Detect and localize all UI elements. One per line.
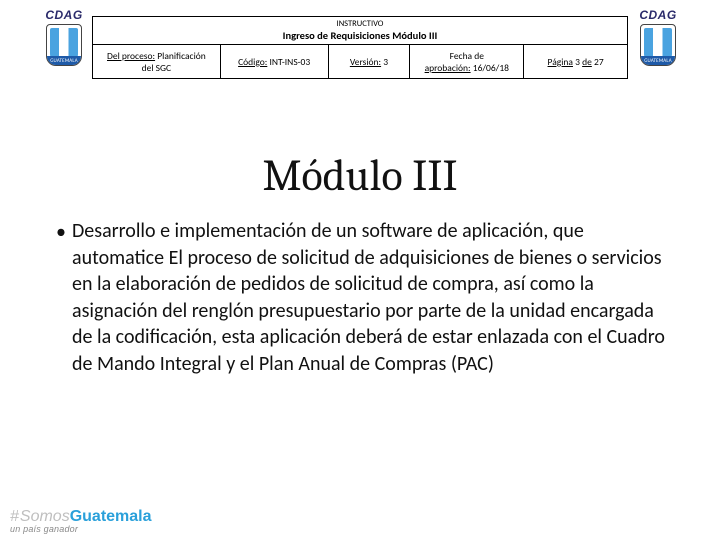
footer-hashtag: #SomosGuatemala un país ganador	[10, 508, 152, 534]
doc-type-label: INSTRUCTIVO	[99, 19, 621, 29]
label-pagina-de: de	[582, 56, 592, 68]
org-logo-left: CDAG GUATEMALA	[42, 8, 86, 66]
value-pagina-total: 27	[594, 56, 604, 68]
cell-fecha: Fecha de aprobación: 16/06/18	[410, 45, 524, 79]
value-version: 3	[383, 56, 388, 68]
main-heading: Módulo III	[0, 150, 720, 201]
label-fecha-2: aprobación:	[425, 62, 471, 74]
label-version: Versión:	[350, 56, 381, 68]
doc-title: Ingreso de Requisiciones Módulo III	[99, 29, 621, 42]
cell-proceso: Del proceso: Planificación del SGC	[93, 45, 221, 79]
shield-icon: GUATEMALA	[640, 24, 676, 66]
hash-symbol: #	[10, 508, 19, 525]
body: • Desarrollo e implementación de un soft…	[56, 218, 676, 378]
value-pagina-current: 3	[575, 56, 580, 68]
value-fecha: 16/06/18	[473, 62, 509, 74]
logo-word: CDAG	[42, 8, 86, 22]
cell-pagina: Página 3 de 27	[524, 45, 628, 79]
label-fecha-1: Fecha de	[450, 50, 484, 62]
doc-header-table: INSTRUCTIVO Ingreso de Requisiciones Mód…	[92, 16, 628, 79]
label-codigo: Código:	[238, 56, 267, 68]
logo-word: CDAG	[636, 8, 680, 22]
cell-codigo: Código: INT-INS-03	[220, 45, 328, 79]
label-pagina: Página	[548, 56, 573, 68]
header-band: CDAG GUATEMALA CDAG GUATEMALA INSTRUCTIV…	[0, 4, 720, 80]
footer-guatemala: Guatemala	[70, 508, 152, 525]
cell-version: Versión: 3	[328, 45, 410, 79]
shield-band: GUATEMALA	[641, 56, 675, 66]
shield-icon: GUATEMALA	[46, 24, 82, 66]
bullet-icon: •	[56, 218, 72, 378]
bullet-text: Desarrollo e implementación de un softwa…	[72, 218, 676, 378]
org-logo-right: CDAG GUATEMALA	[636, 8, 680, 66]
value-codigo: INT-INS-03	[269, 56, 310, 68]
value-proceso-2: del SGC	[142, 62, 171, 74]
doc-header-top: INSTRUCTIVO Ingreso de Requisiciones Mód…	[93, 17, 628, 45]
footer-somos: Somos	[20, 508, 70, 525]
slide: CDAG GUATEMALA CDAG GUATEMALA INSTRUCTIV…	[0, 0, 720, 540]
bullet-item: • Desarrollo e implementación de un soft…	[56, 218, 676, 378]
value-proceso-1: Planificación	[157, 50, 206, 62]
shield-band: GUATEMALA	[47, 56, 81, 66]
label-proceso: Del proceso:	[107, 50, 155, 62]
